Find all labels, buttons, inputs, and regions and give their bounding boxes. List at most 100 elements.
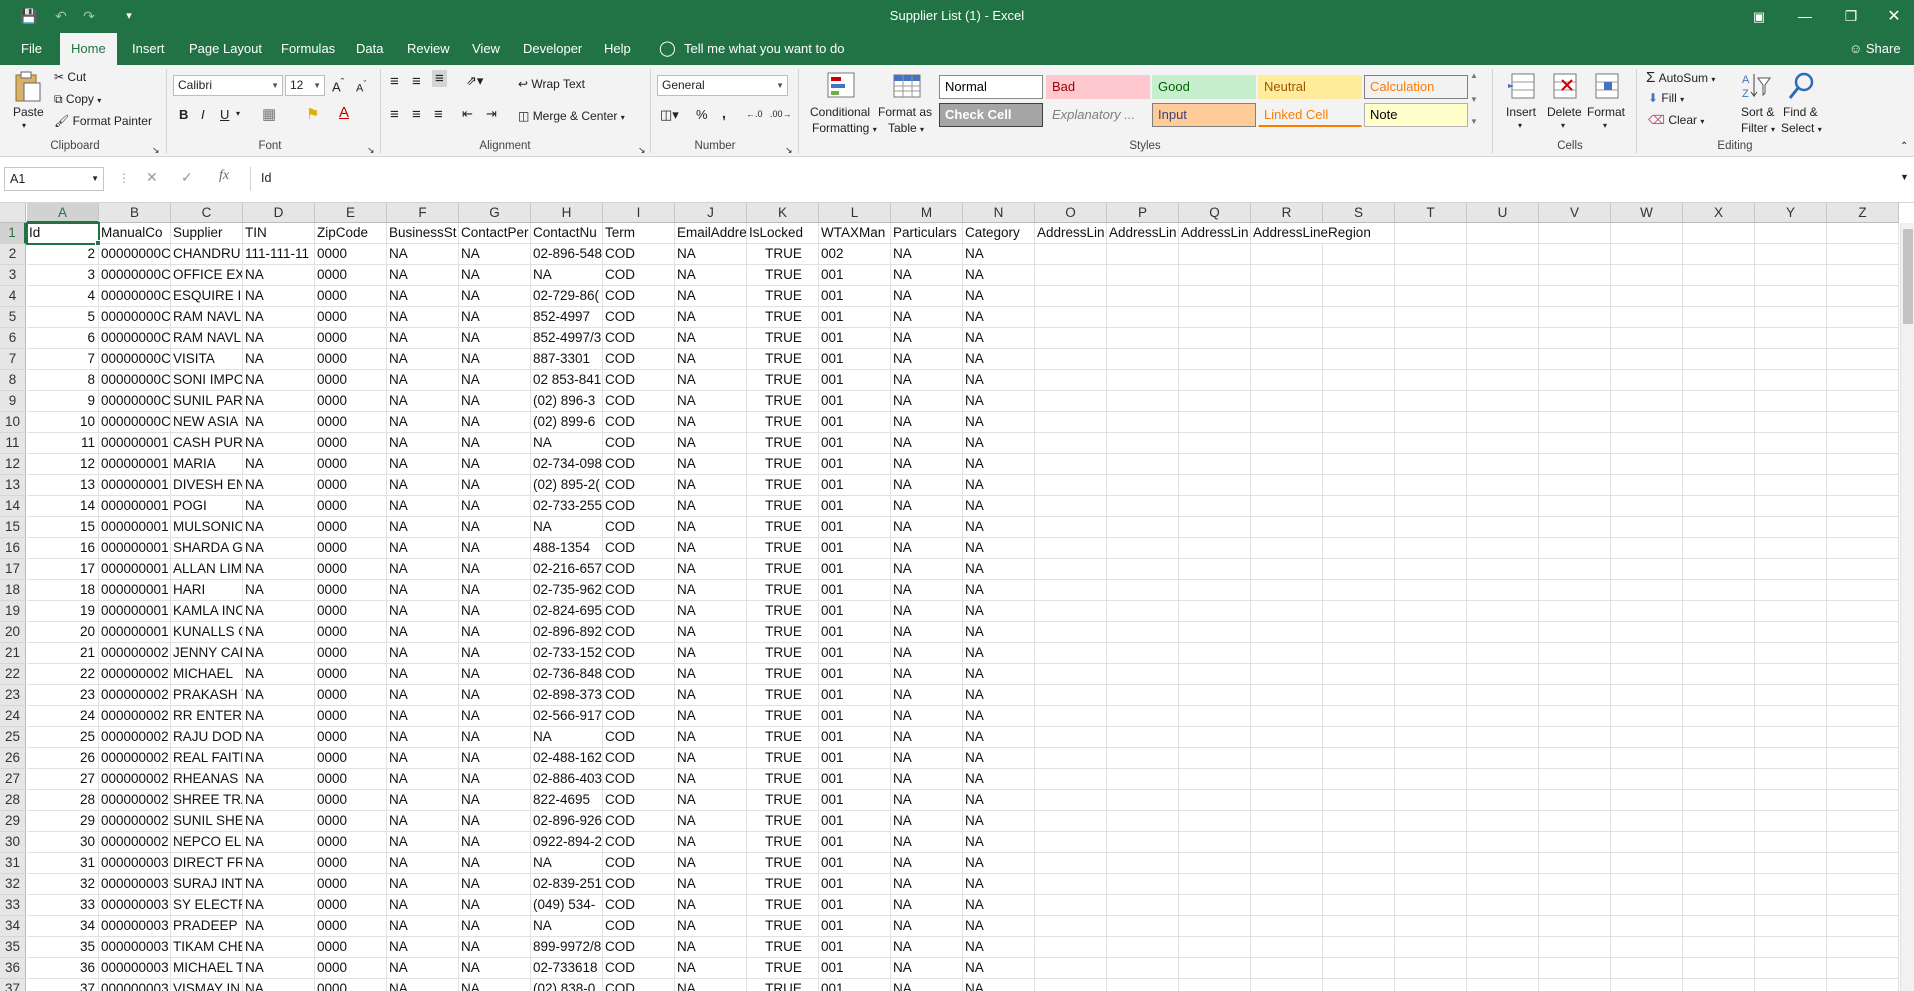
table-cell[interactable]: NA: [675, 895, 747, 916]
empty-cell[interactable]: [1323, 244, 1395, 265]
table-cell[interactable]: TRUE: [747, 349, 819, 370]
table-cell[interactable]: NA: [243, 601, 315, 622]
column-header-q[interactable]: Q: [1179, 203, 1251, 223]
table-cell[interactable]: JENNY CAF: [171, 643, 243, 664]
column-header-d[interactable]: D: [243, 203, 315, 223]
table-cell[interactable]: 0000: [315, 769, 387, 790]
table-cell[interactable]: NA: [243, 664, 315, 685]
find-select-icon[interactable]: [1786, 70, 1818, 102]
empty-cell[interactable]: [1827, 349, 1899, 370]
table-cell[interactable]: COD: [603, 979, 675, 991]
cut-button[interactable]: ✂ Cut: [54, 70, 86, 84]
empty-cell[interactable]: [1179, 706, 1251, 727]
empty-cell[interactable]: [1755, 433, 1827, 454]
table-cell[interactable]: TRUE: [747, 727, 819, 748]
row-header[interactable]: 25: [0, 727, 26, 748]
empty-cell[interactable]: [1827, 895, 1899, 916]
table-cell[interactable]: NA: [459, 874, 531, 895]
column-header-b[interactable]: B: [99, 203, 171, 223]
empty-cell[interactable]: [1035, 433, 1107, 454]
empty-cell[interactable]: [1035, 349, 1107, 370]
empty-cell[interactable]: [1539, 727, 1611, 748]
empty-cell[interactable]: [1611, 916, 1683, 937]
table-cell[interactable]: NA: [459, 286, 531, 307]
table-cell[interactable]: NA: [387, 685, 459, 706]
table-cell[interactable]: 000000002: [99, 748, 171, 769]
empty-cell[interactable]: [1251, 349, 1323, 370]
row-header[interactable]: 24: [0, 706, 26, 727]
header-cell[interactable]: ZipCode: [315, 223, 387, 244]
empty-cell[interactable]: [1539, 454, 1611, 475]
empty-cell[interactable]: [1827, 454, 1899, 475]
table-cell[interactable]: NA: [891, 370, 963, 391]
table-cell[interactable]: TRUE: [747, 601, 819, 622]
table-cell[interactable]: NA: [891, 979, 963, 991]
column-header-l[interactable]: L: [819, 203, 891, 223]
empty-cell[interactable]: [1179, 601, 1251, 622]
table-cell[interactable]: POGI: [171, 496, 243, 517]
empty-cell[interactable]: [1179, 916, 1251, 937]
empty-cell[interactable]: [1035, 832, 1107, 853]
table-cell[interactable]: NA: [891, 874, 963, 895]
empty-cell[interactable]: [1683, 853, 1755, 874]
header-cell[interactable]: ContactNu: [531, 223, 603, 244]
empty-cell[interactable]: [1539, 664, 1611, 685]
tab-help[interactable]: Help: [593, 33, 642, 65]
empty-cell[interactable]: [1683, 391, 1755, 412]
empty-cell[interactable]: [1323, 370, 1395, 391]
table-cell[interactable]: NA: [891, 580, 963, 601]
table-cell[interactable]: NA: [243, 286, 315, 307]
empty-cell[interactable]: [1827, 391, 1899, 412]
row-header[interactable]: 4: [0, 286, 26, 307]
table-cell[interactable]: 02-729-86(: [531, 286, 603, 307]
header-cell[interactable]: Supplier: [171, 223, 243, 244]
table-cell[interactable]: NA: [531, 853, 603, 874]
header-cell[interactable]: ContactPer: [459, 223, 531, 244]
empty-cell[interactable]: [1539, 643, 1611, 664]
table-cell[interactable]: COD: [603, 580, 675, 601]
table-cell[interactable]: TRUE: [747, 895, 819, 916]
empty-cell[interactable]: [1323, 433, 1395, 454]
empty-cell[interactable]: [1539, 832, 1611, 853]
format-as-table-label2[interactable]: Table ▾: [888, 121, 924, 135]
table-cell[interactable]: TRUE: [747, 328, 819, 349]
header-cell[interactable]: WTAXMan: [819, 223, 891, 244]
empty-cell[interactable]: [1107, 895, 1179, 916]
empty-cell[interactable]: [1755, 874, 1827, 895]
table-cell[interactable]: COD: [603, 307, 675, 328]
empty-cell[interactable]: [1107, 328, 1179, 349]
empty-cell[interactable]: [1107, 244, 1179, 265]
table-cell[interactable]: NA: [459, 664, 531, 685]
table-cell[interactable]: NA: [531, 517, 603, 538]
empty-cell[interactable]: [1467, 874, 1539, 895]
style-input[interactable]: Input: [1152, 103, 1256, 127]
empty-cell[interactable]: [1179, 370, 1251, 391]
tell-me-search[interactable]: Tell me what you want to do: [673, 33, 855, 65]
table-cell[interactable]: NA: [675, 832, 747, 853]
table-cell[interactable]: SUNIL PAR: [171, 391, 243, 412]
empty-cell[interactable]: [1467, 223, 1539, 244]
empty-cell[interactable]: [1683, 349, 1755, 370]
empty-cell[interactable]: [1395, 559, 1467, 580]
empty-cell[interactable]: [1035, 370, 1107, 391]
table-cell[interactable]: NA: [675, 307, 747, 328]
styles-scroll-up-icon[interactable]: ▲: [1470, 71, 1478, 80]
empty-cell[interactable]: [1251, 958, 1323, 979]
table-cell[interactable]: COD: [603, 769, 675, 790]
insert-function-icon[interactable]: fx: [219, 168, 229, 184]
table-cell[interactable]: 7: [27, 349, 99, 370]
table-cell[interactable]: COD: [603, 874, 675, 895]
empty-cell[interactable]: [1683, 706, 1755, 727]
empty-cell[interactable]: [1755, 643, 1827, 664]
empty-cell[interactable]: [1179, 580, 1251, 601]
bold-button[interactable]: B: [179, 107, 188, 122]
table-cell[interactable]: NA: [675, 748, 747, 769]
empty-cell[interactable]: [1827, 706, 1899, 727]
table-cell[interactable]: NA: [243, 622, 315, 643]
delete-dropdown-icon[interactable]: ▾: [1561, 121, 1565, 130]
empty-cell[interactable]: [1755, 811, 1827, 832]
empty-cell[interactable]: [1467, 391, 1539, 412]
empty-cell[interactable]: [1827, 559, 1899, 580]
table-cell[interactable]: 000000001: [99, 433, 171, 454]
empty-cell[interactable]: [1251, 307, 1323, 328]
